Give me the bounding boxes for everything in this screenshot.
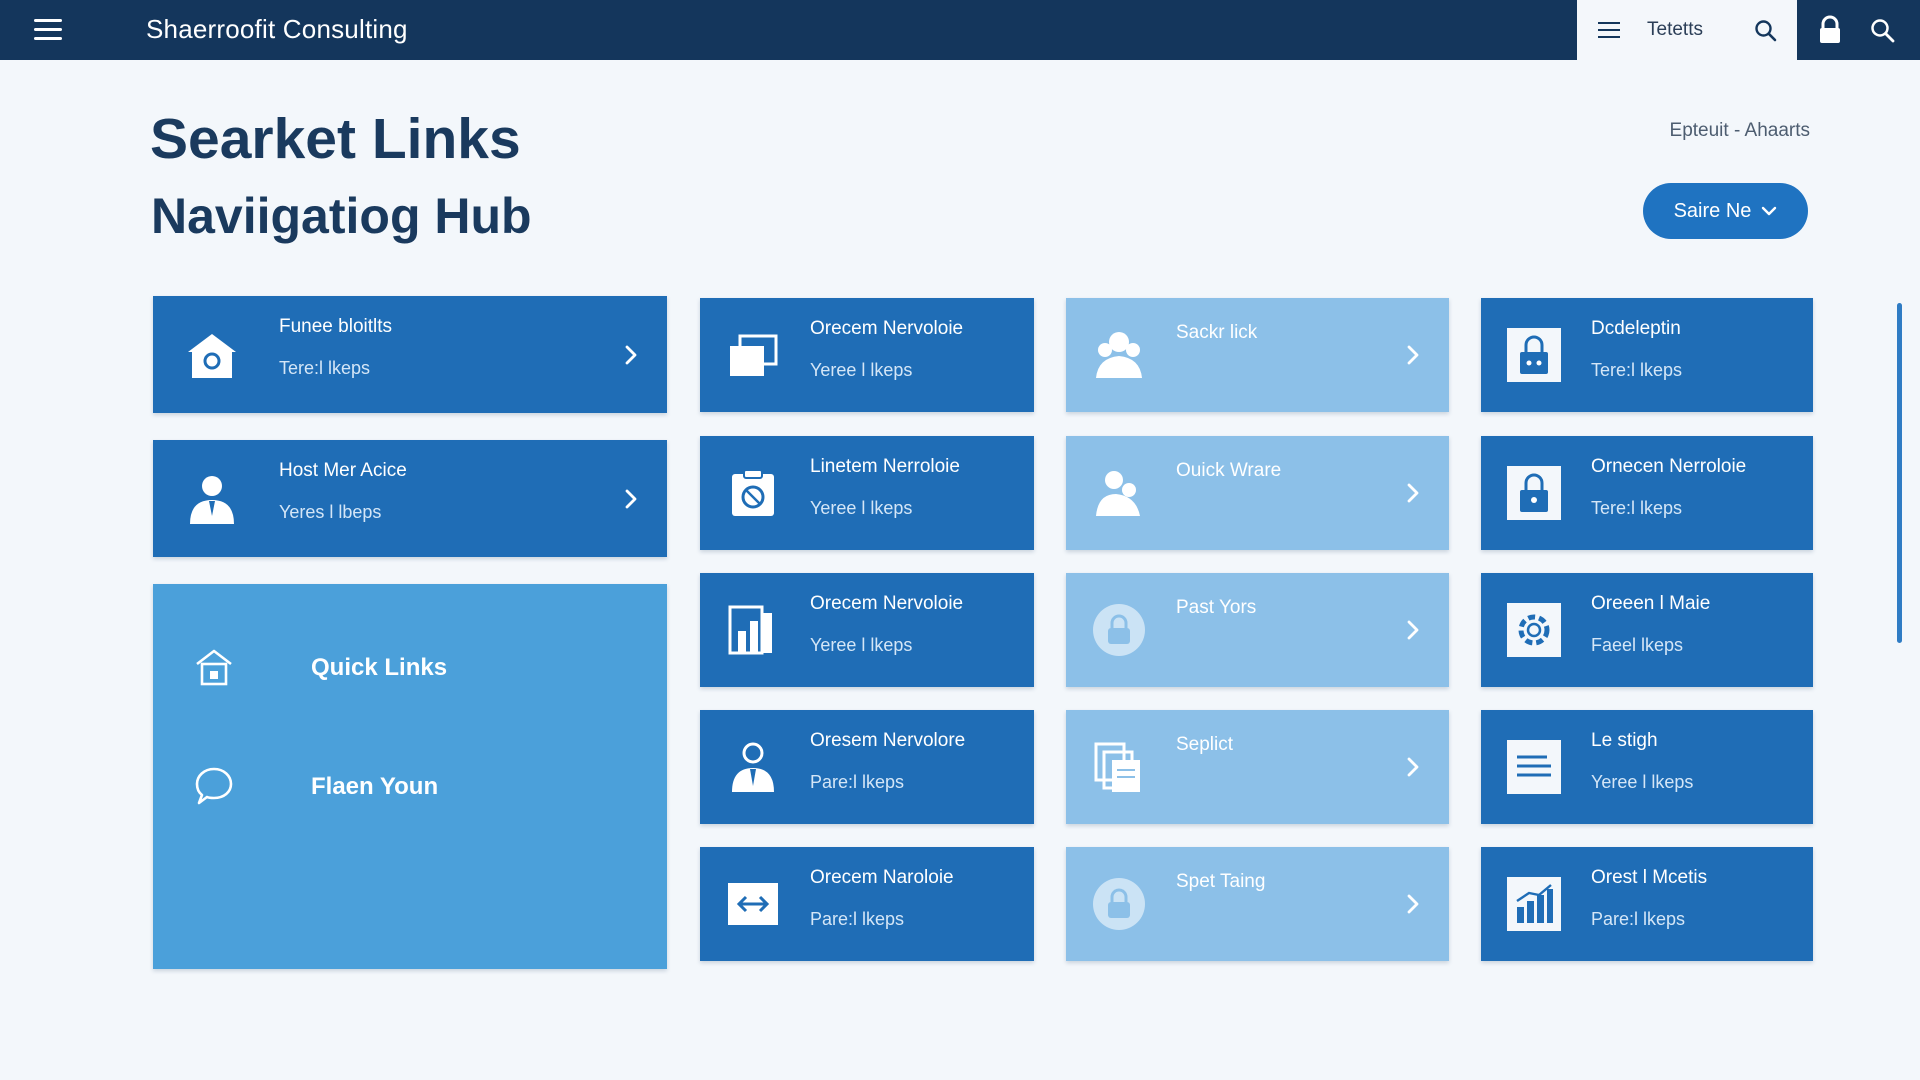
home-icon xyxy=(188,333,236,378)
breadcrumb: Epteuit - Ahaarts xyxy=(1670,120,1810,142)
bar-chart-icon xyxy=(728,605,772,655)
chat-icon xyxy=(195,767,233,805)
gear-icon xyxy=(1507,603,1561,657)
nav-card[interactable]: Spet Taing xyxy=(1066,847,1449,961)
card-subtitle: Tere:l lkeps xyxy=(1591,498,1683,518)
card-title: Past Yors xyxy=(1176,597,1257,618)
card-title: Orecem Nervoloie xyxy=(810,318,964,339)
card-subtitle: Faeel lkeps xyxy=(1591,635,1684,655)
nav-card[interactable]: Sackr lick xyxy=(1066,298,1449,412)
card-title: Oreeen l Maie xyxy=(1591,593,1711,614)
top-navigation-bar: Shaerroofit Consulting Tetetts xyxy=(0,0,1920,60)
card-title: Orecem Naroloie xyxy=(810,867,954,888)
card-subtitle: Yeres l lbeps xyxy=(279,502,382,522)
vertical-scrollbar[interactable] xyxy=(1897,303,1902,643)
lock-icon xyxy=(1507,328,1561,382)
card-title: Funee bloitlts xyxy=(279,316,393,337)
nav-card[interactable]: Past Yors xyxy=(1066,573,1449,687)
chevron-right-icon xyxy=(625,345,637,364)
breadcrumb-item[interactable]: Ahaarts xyxy=(1745,120,1810,141)
card-title: Orecem Nervoloie xyxy=(810,593,964,614)
top-right-panel: Tetetts xyxy=(1577,0,1797,60)
quick-link-item[interactable]: Flaen Youn xyxy=(193,761,593,811)
top-panel-label[interactable]: Tetetts xyxy=(1647,19,1703,41)
nav-card[interactable]: Linetem Nerroloie Yeree l lkeps xyxy=(700,436,1034,550)
quick-links-panel: Quick Links Flaen Youn xyxy=(153,584,667,969)
card-subtitle: Tere:l lkeps xyxy=(279,358,371,378)
breadcrumb-separator: - xyxy=(1733,120,1741,141)
bar-chart-icon xyxy=(1507,877,1561,931)
card-title: Ornecen Nerroloie xyxy=(1591,456,1747,477)
user-icon xyxy=(190,475,234,524)
chevron-right-icon xyxy=(625,489,637,508)
nav-card[interactable]: Oresem Nervolore Pare:l lkeps xyxy=(700,710,1034,824)
brand-name: Shaerroofit Consulting xyxy=(146,14,408,44)
document-icon xyxy=(1507,740,1561,794)
chevron-right-icon xyxy=(1407,483,1419,503)
home-icon xyxy=(196,649,232,686)
nav-card[interactable]: Dcdeleptin Tere:l lkeps xyxy=(1481,298,1813,412)
nav-card[interactable]: Seplict xyxy=(1066,710,1449,824)
card-title: Oresem Nervolore xyxy=(810,730,966,751)
user-icon xyxy=(732,742,774,792)
card-title: Spet Taing xyxy=(1176,871,1266,892)
nav-card[interactable]: Orest l Mcetis Pare:l lkeps xyxy=(1481,847,1813,961)
lock-icon[interactable] xyxy=(1815,15,1845,45)
clipboard-icon xyxy=(732,469,774,516)
nav-card[interactable]: Orecem Nervoloie Yeree l lkeps xyxy=(700,298,1034,412)
card-title: Sackr lick xyxy=(1176,322,1258,343)
card-title: Dcdeleptin xyxy=(1591,318,1681,339)
nav-card[interactable]: Oreeen l Maie Faeel lkeps xyxy=(1481,573,1813,687)
card-subtitle: Pare:l lkeps xyxy=(810,772,905,792)
documents-icon xyxy=(1094,742,1140,792)
chevron-right-icon xyxy=(1407,757,1419,777)
nav-card[interactable]: Ouick Wrare xyxy=(1066,436,1449,550)
card-subtitle: Tere:l lkeps xyxy=(1591,360,1683,380)
card-title: Orest l Mcetis xyxy=(1591,867,1708,888)
nav-card[interactable]: Orecem Nervoloie Yeree l lkeps xyxy=(700,573,1034,687)
card-subtitle: Yeree l lkeps xyxy=(810,360,913,380)
page-title: Searket Links xyxy=(150,107,521,171)
menu-icon[interactable] xyxy=(1597,18,1621,42)
card-title: Host Mer Acice xyxy=(279,460,407,481)
card-title: Ouick Wrare xyxy=(1176,460,1282,481)
save-dropdown-button[interactable]: Saire Ne xyxy=(1643,183,1808,239)
card-subtitle: Yeree l lkeps xyxy=(810,635,913,655)
search-icon[interactable] xyxy=(1869,17,1897,45)
quick-link-label: Flaen Youn xyxy=(311,773,439,800)
windows-icon xyxy=(730,334,778,376)
lock-icon xyxy=(1093,878,1145,930)
card-subtitle: Pare:l lkeps xyxy=(1591,909,1686,929)
card-subtitle: Yeree l lkeps xyxy=(810,498,913,518)
card-title: Seplict xyxy=(1176,734,1234,755)
quick-link-item[interactable]: Quick Links xyxy=(193,642,593,692)
page-subtitle: Naviigatiog Hub xyxy=(151,188,532,244)
nav-card[interactable]: Le stigh Yeree l lkeps xyxy=(1481,710,1813,824)
chevron-right-icon xyxy=(1407,620,1419,640)
chevron-right-icon xyxy=(1407,345,1419,365)
chevron-right-icon xyxy=(1407,894,1419,914)
lock-icon xyxy=(1093,604,1145,656)
nav-card[interactable]: Funee bloitlts Tere:l lkeps xyxy=(153,296,667,413)
chevron-down-icon xyxy=(1762,206,1777,216)
breadcrumb-item[interactable]: Epteuit xyxy=(1670,120,1729,141)
card-subtitle: Pare:l lkeps xyxy=(810,909,905,929)
card-title: Le stigh xyxy=(1591,730,1658,751)
users-icon xyxy=(1096,332,1142,378)
card-subtitle: Yeree l lkeps xyxy=(1591,772,1694,792)
hamburger-menu-icon[interactable] xyxy=(24,10,72,50)
quick-link-label: Quick Links xyxy=(311,654,448,681)
search-icon[interactable] xyxy=(1753,18,1779,44)
users-icon xyxy=(1096,471,1140,516)
nav-card[interactable]: Orecem Naroloie Pare:l lkeps xyxy=(700,847,1034,961)
save-button-label: Saire Ne xyxy=(1673,199,1752,222)
arrows-icon xyxy=(728,883,778,925)
nav-card[interactable]: Ornecen Nerroloie Tere:l lkeps xyxy=(1481,436,1813,550)
lock-icon xyxy=(1507,466,1561,520)
nav-card[interactable]: Host Mer Acice Yeres l lbeps xyxy=(153,440,667,557)
card-title: Linetem Nerroloie xyxy=(810,456,960,477)
